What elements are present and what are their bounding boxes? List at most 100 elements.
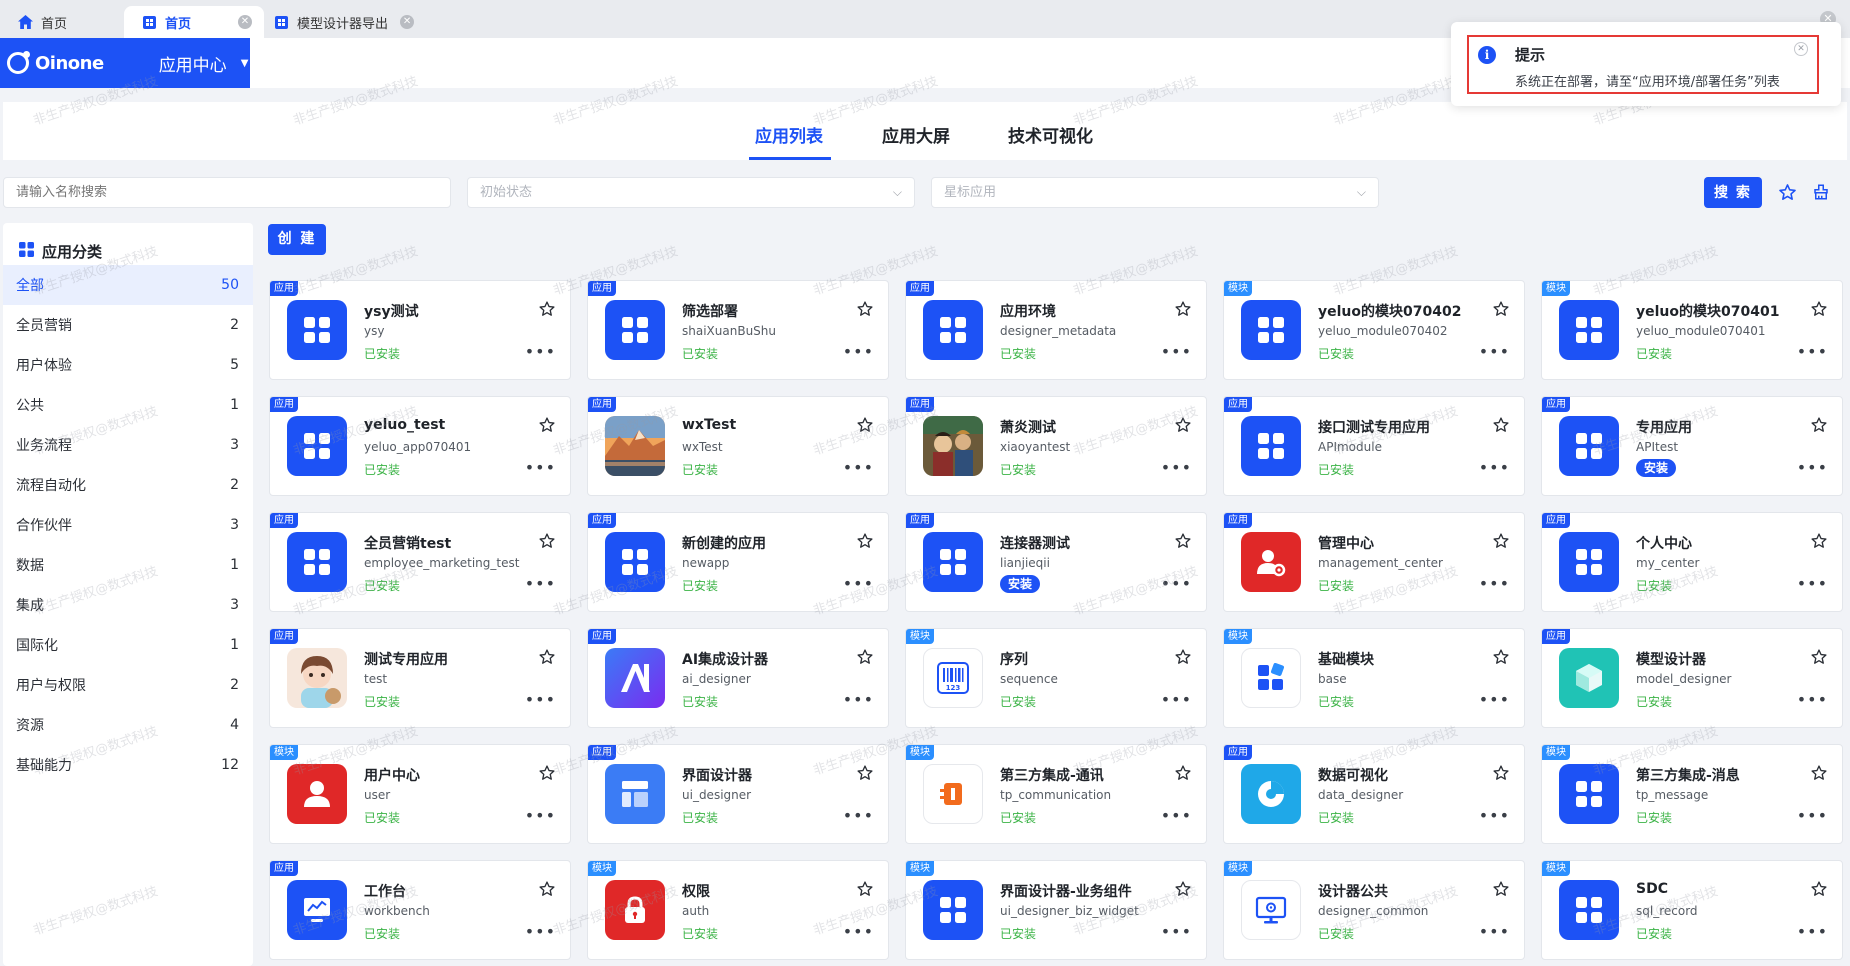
sidebar-item[interactable]: 用户与权限 2 bbox=[3, 665, 253, 705]
more-icon[interactable]: ••• bbox=[525, 808, 556, 824]
app-card[interactable]: 应用 应用环境 designer_metadata 已安装 ••• bbox=[905, 280, 1207, 380]
more-icon[interactable]: ••• bbox=[525, 692, 556, 708]
sidebar-item[interactable]: 用户体验 5 bbox=[3, 345, 253, 385]
app-card[interactable]: 应用 工作台 workbench 已安装 ••• bbox=[269, 860, 571, 960]
app-card[interactable]: 应用 新创建的应用 newapp 已安装 ••• bbox=[587, 512, 889, 612]
more-icon[interactable]: ••• bbox=[843, 692, 874, 708]
more-icon[interactable]: ••• bbox=[843, 460, 874, 476]
more-icon[interactable]: ••• bbox=[1161, 460, 1192, 476]
brand-bar[interactable]: Oinone 应用中心 ▼ bbox=[0, 38, 250, 88]
sidebar-item[interactable]: 业务流程 3 bbox=[3, 425, 253, 465]
more-icon[interactable]: ••• bbox=[1797, 924, 1828, 940]
app-card[interactable]: 应用 全员营销test employee_marketing_test 已安装 ••• bbox=[269, 512, 571, 612]
star-icon[interactable] bbox=[538, 764, 556, 782]
star-icon[interactable] bbox=[1492, 648, 1510, 666]
app-card[interactable]: 模块 第三方集成-通讯 tp_communication 已安装 ••• bbox=[905, 744, 1207, 844]
app-card[interactable]: 应用 个人中心 my_center 已安装 ••• bbox=[1541, 512, 1843, 612]
install-button[interactable]: 安装 bbox=[1636, 459, 1677, 477]
app-card[interactable]: 模块 权限 auth 已安装 ••• bbox=[587, 860, 889, 960]
sidebar-item[interactable]: 资源 4 bbox=[3, 705, 253, 745]
sidebar-item[interactable]: 公共 1 bbox=[3, 385, 253, 425]
sidebar-item[interactable]: 合作伙伴 3 bbox=[3, 505, 253, 545]
more-icon[interactable]: ••• bbox=[1161, 576, 1192, 592]
star-icon[interactable] bbox=[1776, 181, 1798, 203]
star-icon[interactable] bbox=[1492, 880, 1510, 898]
sidebar-item[interactable]: 全员营销 2 bbox=[3, 305, 253, 345]
sidebar-item[interactable]: 流程自动化 2 bbox=[3, 465, 253, 505]
star-icon[interactable] bbox=[1810, 532, 1828, 550]
star-icon[interactable] bbox=[1492, 300, 1510, 318]
more-icon[interactable]: ••• bbox=[1479, 344, 1510, 360]
more-icon[interactable]: ••• bbox=[1479, 924, 1510, 940]
app-card[interactable]: 模块 yeluo的模块070401 yeluo_module070401 已安装 ••• bbox=[1541, 280, 1843, 380]
close-icon[interactable]: ✕ bbox=[400, 15, 415, 29]
app-card[interactable]: 应用 连接器测试 lianjieqii 安装 ••• bbox=[905, 512, 1207, 612]
more-icon[interactable]: ••• bbox=[525, 344, 556, 360]
more-icon[interactable]: ••• bbox=[843, 344, 874, 360]
more-icon[interactable]: ••• bbox=[1161, 808, 1192, 824]
app-card[interactable]: 应用 管理中心 management_center 已安装 ••• bbox=[1223, 512, 1525, 612]
app-card[interactable]: 应用 测试专用应用 test 已安装 ••• bbox=[269, 628, 571, 728]
app-card[interactable]: 应用 yeluo_test yeluo_app070401 已安装 ••• bbox=[269, 396, 571, 496]
star-icon[interactable] bbox=[856, 880, 874, 898]
more-icon[interactable]: ••• bbox=[1161, 924, 1192, 940]
close-icon[interactable]: ✕ bbox=[1794, 42, 1808, 56]
close-icon[interactable]: ✕ bbox=[238, 15, 252, 29]
star-icon[interactable] bbox=[856, 764, 874, 782]
star-icon[interactable] bbox=[856, 300, 874, 318]
star-icon[interactable] bbox=[1174, 764, 1192, 782]
more-icon[interactable]: ••• bbox=[1479, 808, 1510, 824]
more-icon[interactable]: ••• bbox=[1161, 692, 1192, 708]
more-icon[interactable]: ••• bbox=[1479, 576, 1510, 592]
app-card[interactable]: 模块 界面设计器-业务组件 ui_designer_biz_widget 已安装 ••• bbox=[905, 860, 1207, 960]
star-icon[interactable] bbox=[1174, 648, 1192, 666]
star-icon[interactable] bbox=[1174, 416, 1192, 434]
sidebar-item[interactable]: 数据 1 bbox=[3, 545, 253, 585]
more-icon[interactable]: ••• bbox=[1161, 344, 1192, 360]
app-card[interactable]: 模块 yeluo的模块070402 yeluo_module070402 已安装 ••• bbox=[1223, 280, 1525, 380]
tab-home[interactable]: 首页 bbox=[0, 6, 118, 38]
app-card[interactable]: 模块 123 序列 sequence 已安装 ••• bbox=[905, 628, 1207, 728]
app-card[interactable]: 应用 数据可视化 data_designer 已安装 ••• bbox=[1223, 744, 1525, 844]
more-icon[interactable]: ••• bbox=[843, 576, 874, 592]
app-card[interactable]: 应用 专用应用 APItest 安装 ••• bbox=[1541, 396, 1843, 496]
star-icon[interactable] bbox=[1810, 880, 1828, 898]
app-card[interactable]: 模块 用户中心 user 已安装 ••• bbox=[269, 744, 571, 844]
star-icon[interactable] bbox=[1810, 300, 1828, 318]
app-card[interactable]: 应用 接口测试专用应用 APImodule 已安装 ••• bbox=[1223, 396, 1525, 496]
star-icon[interactable] bbox=[538, 648, 556, 666]
app-card[interactable]: 应用 wxTest wxTest 已安装 ••• bbox=[587, 396, 889, 496]
star-icon[interactable] bbox=[1174, 880, 1192, 898]
more-icon[interactable]: ••• bbox=[1797, 576, 1828, 592]
more-icon[interactable]: ••• bbox=[525, 924, 556, 940]
status-select[interactable]: 初始状态 ⌵ bbox=[467, 177, 915, 208]
sidebar-item[interactable]: 国际化 1 bbox=[3, 625, 253, 665]
more-icon[interactable]: ••• bbox=[1797, 808, 1828, 824]
app-card[interactable]: 应用 模型设计器 model_designer 已安装 ••• bbox=[1541, 628, 1843, 728]
more-icon[interactable]: ••• bbox=[525, 576, 556, 592]
star-icon[interactable] bbox=[856, 532, 874, 550]
more-icon[interactable]: ••• bbox=[843, 808, 874, 824]
star-icon[interactable] bbox=[538, 532, 556, 550]
tab-home-active[interactable]: 首页 ✕ bbox=[124, 6, 264, 38]
star-icon[interactable] bbox=[1810, 648, 1828, 666]
more-icon[interactable]: ••• bbox=[1479, 460, 1510, 476]
app-card[interactable]: 模块 设计器公共 designer_common 已安装 ••• bbox=[1223, 860, 1525, 960]
star-icon[interactable] bbox=[1174, 300, 1192, 318]
clear-filter-icon[interactable] bbox=[1810, 181, 1832, 203]
tab-model-designer-export[interactable]: 模型设计器导出 ✕ bbox=[256, 6, 426, 38]
sidebar-item[interactable]: 基础能力 12 bbox=[3, 745, 253, 785]
more-icon[interactable]: ••• bbox=[1797, 344, 1828, 360]
create-button[interactable]: 创 建 bbox=[268, 224, 326, 255]
more-icon[interactable]: ••• bbox=[525, 460, 556, 476]
star-icon[interactable] bbox=[856, 416, 874, 434]
app-card[interactable]: 应用 萧炎测试 xiaoyantest 已安装 ••• bbox=[905, 396, 1207, 496]
star-icon[interactable] bbox=[538, 416, 556, 434]
app-card[interactable]: 模块 第三方集成-消息 tp_message 已安装 ••• bbox=[1541, 744, 1843, 844]
star-icon[interactable] bbox=[538, 300, 556, 318]
app-card[interactable]: 应用 ysy测试 ysy 已安装 ••• bbox=[269, 280, 571, 380]
tab-app-list[interactable]: 应用列表 bbox=[755, 122, 823, 147]
more-icon[interactable]: ••• bbox=[843, 924, 874, 940]
app-card[interactable]: 模块 基础模块 base 已安装 ••• bbox=[1223, 628, 1525, 728]
sidebar-item[interactable]: 集成 3 bbox=[3, 585, 253, 625]
